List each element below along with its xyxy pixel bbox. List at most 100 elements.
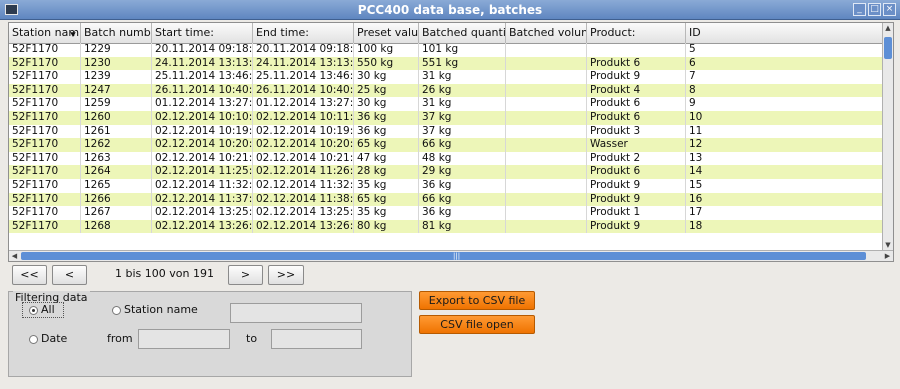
station-name-input[interactable] (230, 303, 362, 323)
cell-preset-value: 550 kg (354, 56, 419, 71)
table-row[interactable]: 52F1170123925.11.2014 13:46:2125.11.2014… (9, 70, 883, 84)
date-radio[interactable] (29, 335, 38, 344)
station-name-radio[interactable] (112, 306, 121, 315)
last-page-button[interactable]: >> (268, 265, 304, 285)
close-button[interactable]: × (883, 3, 896, 16)
cell-station-name: 52F1170 (9, 43, 81, 57)
cell-id: 6 (686, 56, 883, 71)
cell-batched-quantity: 66 kg (419, 138, 506, 152)
sort-descending-icon: ⯆ (69, 30, 77, 41)
cell-start-time: 24.11.2014 13:13:13 (152, 56, 253, 71)
cell-station-name: 52F1170 (9, 206, 81, 220)
cell-station-name: 52F1170 (9, 110, 81, 125)
cell-batched-quantity: 101 kg (419, 43, 506, 57)
cell-start-time: 02.12.2014 11:32:26 (152, 178, 253, 193)
scroll-right-icon[interactable]: ▶ (882, 251, 893, 261)
cell-start-time: 01.12.2014 13:27:01 (152, 97, 253, 111)
maximize-button[interactable]: □ (868, 3, 881, 16)
cell-batched-volume (506, 151, 587, 166)
column-header-preset-value[interactable]: Preset value: (354, 23, 419, 43)
station-name-label: Station name (124, 303, 198, 316)
cell-end-time: 26.11.2014 10:40:31 (253, 83, 354, 98)
column-header-station-name[interactable]: Station nam ⯆ (9, 23, 81, 43)
table-row[interactable]: 52F1170126502.12.2014 11:32:2602.12.2014… (9, 178, 883, 193)
cell-batched-volume (506, 124, 587, 139)
table-row[interactable]: 52F1170126002.12.2014 10:10:5602.12.2014… (9, 110, 883, 125)
cell-batched-volume (506, 83, 587, 98)
cell-preset-value: 80 kg (354, 219, 419, 234)
cell-id: 14 (686, 165, 883, 179)
csv-file-open-button[interactable]: CSV file open (419, 315, 535, 334)
cell-batched-volume (506, 192, 587, 207)
cell-station-name: 52F1170 (9, 124, 81, 139)
table-row[interactable]: 52F1170126702.12.2014 13:25:4602.12.2014… (9, 206, 883, 220)
table-row[interactable]: 52F1170126302.12.2014 10:21:1502.12.2014… (9, 151, 883, 166)
column-header-end-time[interactable]: End time: (253, 23, 354, 43)
table-row[interactable]: 52F1170126102.12.2014 10:19:1302.12.2014… (9, 124, 883, 139)
cell-batched-volume (506, 165, 587, 179)
cell-preset-value: 30 kg (354, 97, 419, 111)
scroll-left-icon[interactable]: ◀ (9, 251, 20, 261)
column-header-start-time[interactable]: Start time: (152, 23, 253, 43)
column-header-id[interactable]: ID (686, 23, 883, 43)
column-header-batched-quantity[interactable]: Batched quantity: (419, 23, 506, 43)
table-row[interactable]: 52F1170126602.12.2014 11:37:5402.12.2014… (9, 192, 883, 207)
cell-product: Produkt 2 (587, 151, 686, 166)
horizontal-scroll-thumb[interactable]: ||| (21, 252, 866, 260)
table-row[interactable]: 52F1170126402.12.2014 11:25:5602.12.2014… (9, 165, 883, 179)
export-csv-button[interactable]: Export to CSV file (419, 291, 535, 310)
table-row[interactable]: 52F1170126802.12.2014 13:26:1002.12.2014… (9, 219, 883, 234)
batches-table[interactable]: Station nam⯆Batch number: Start time: End … (8, 22, 894, 262)
cell-batched-volume (506, 110, 587, 125)
table-body: 52F1170122920.11.2014 09:18:5520.11.2014… (9, 43, 883, 234)
to-label: to (246, 332, 258, 345)
cell-batch-number: 1259 (81, 97, 152, 111)
table-row[interactable]: 52F1170126202.12.2014 10:20:1102.12.2014… (9, 138, 883, 152)
cell-id: 11 (686, 124, 883, 139)
cell-start-time: 25.11.2014 13:46:21 (152, 70, 253, 84)
cell-preset-value: 30 kg (354, 70, 419, 84)
page-info: 1 bis 100 von 191 (115, 267, 214, 280)
cell-start-time: 02.12.2014 11:37:54 (152, 192, 253, 207)
column-header-product[interactable]: Product: (587, 23, 686, 43)
cell-station-name: 52F1170 (9, 165, 81, 179)
column-header-batch-number[interactable]: Batch number: (81, 23, 152, 43)
date-from-input[interactable] (138, 329, 230, 349)
cell-product: Produkt 6 (587, 97, 686, 111)
cell-preset-value: 36 kg (354, 110, 419, 125)
cell-batched-volume (506, 43, 587, 57)
horizontal-scrollbar[interactable]: ◀ ||| ▶ (9, 250, 893, 261)
cell-product: Produkt 6 (587, 110, 686, 125)
first-page-button[interactable]: << (12, 265, 47, 285)
cell-batch-number: 1247 (81, 83, 152, 98)
column-header-label: Product: (590, 26, 636, 39)
vertical-scroll-thumb[interactable] (884, 37, 892, 59)
date-to-input[interactable] (271, 329, 362, 349)
minimize-button[interactable]: _ (853, 3, 866, 16)
cell-station-name: 52F1170 (9, 151, 81, 166)
previous-page-button[interactable]: < (52, 265, 87, 285)
cell-batched-quantity: 26 kg (419, 83, 506, 98)
column-header-batched-volume[interactable]: Batched volume: (506, 23, 587, 43)
cell-end-time: 02.12.2014 13:25:53 (253, 206, 354, 220)
cell-end-time: 02.12.2014 10:20:19 (253, 138, 354, 152)
column-header-label: ID (689, 26, 701, 39)
cell-id: 13 (686, 151, 883, 166)
cell-id: 5 (686, 43, 883, 57)
cell-start-time: 02.12.2014 10:10:56 (152, 110, 253, 125)
vertical-scrollbar[interactable]: ▲ ▼ (882, 23, 893, 251)
cell-batched-quantity: 31 kg (419, 70, 506, 84)
cell-id: 15 (686, 178, 883, 193)
cell-start-time: 02.12.2014 10:19:13 (152, 124, 253, 139)
title-bar: PCC400 data base, batches _ □ × (0, 0, 900, 20)
all-radio[interactable] (29, 306, 38, 315)
table-row[interactable]: 52F1170123024.11.2014 13:13:1324.11.2014… (9, 56, 883, 71)
cell-batched-volume (506, 56, 587, 71)
cell-station-name: 52F1170 (9, 56, 81, 71)
table-row[interactable]: 52F1170122920.11.2014 09:18:5520.11.2014… (9, 43, 883, 57)
scroll-up-icon[interactable]: ▲ (883, 23, 893, 34)
column-header-label: Start time: (155, 26, 214, 39)
table-row[interactable]: 52F1170125901.12.2014 13:27:0101.12.2014… (9, 97, 883, 111)
table-row[interactable]: 52F1170124726.11.2014 10:40:2526.11.2014… (9, 83, 883, 98)
next-page-button[interactable]: > (228, 265, 263, 285)
